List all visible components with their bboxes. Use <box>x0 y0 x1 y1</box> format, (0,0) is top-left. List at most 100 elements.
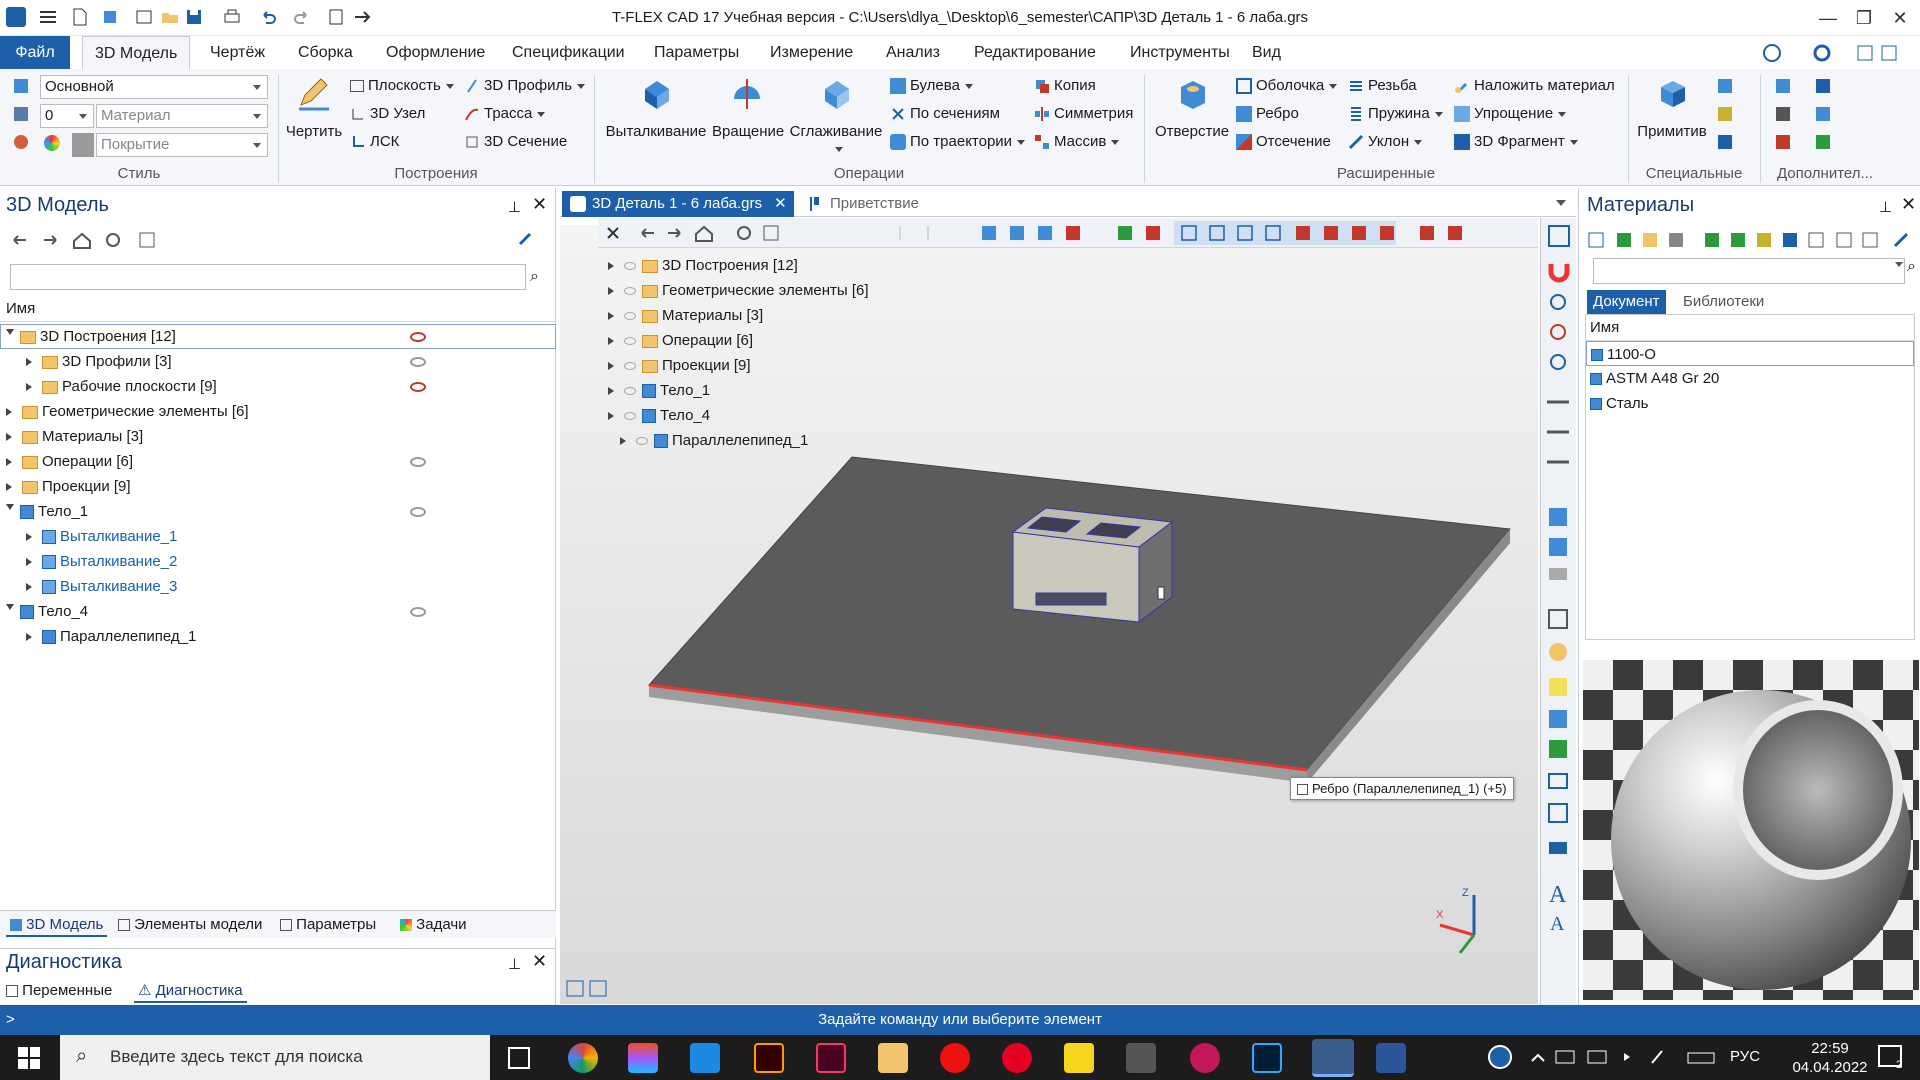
viewport-tree-row[interactable]: Геометрические элементы [6] <box>608 278 908 303</box>
tree-row[interactable]: Выталкивание_1 <box>6 524 550 549</box>
expand-icon[interactable] <box>26 358 36 367</box>
tab-tools[interactable]: Инструменты <box>1118 36 1242 69</box>
materials-pin-icon[interactable]: ⊥ <box>1879 198 1892 216</box>
tab-3d-model[interactable]: 3D Модель <box>82 36 191 70</box>
tab-drawing[interactable]: Чертёж <box>198 36 277 69</box>
rib-button[interactable]: Ребро <box>1236 103 1299 125</box>
close-window-button[interactable]: ✕ <box>1888 6 1912 30</box>
by-path-button[interactable]: По траектории <box>890 131 1025 153</box>
expand-icon[interactable] <box>6 408 16 417</box>
input-language[interactable]: РУС <box>1730 1048 1760 1065</box>
expand-icon[interactable] <box>26 633 36 642</box>
tree-row[interactable]: Тело_4 <box>6 599 550 624</box>
profile3d-button[interactable]: 3D Профиль <box>464 75 585 97</box>
primitive-button[interactable]: Примитив <box>1634 75 1710 140</box>
by-sections-button[interactable]: По сечениям <box>890 103 1000 125</box>
visibility-eye-icon[interactable] <box>624 312 636 321</box>
calculator-icon[interactable] <box>1126 1043 1156 1073</box>
collapse-icon[interactable] <box>6 504 14 514</box>
materials-toolbar[interactable] <box>1587 230 1913 250</box>
collapse-icon[interactable] <box>6 604 14 614</box>
visibility-eye-icon[interactable] <box>410 382 426 392</box>
extra-small-buttons[interactable] <box>1772 77 1882 157</box>
hole-button[interactable]: Отверстие <box>1150 75 1234 140</box>
materials-search-dropdown-icon[interactable] <box>1895 262 1903 271</box>
materials-search-icon[interactable]: ⌕ <box>1907 258 1916 276</box>
tree-row[interactable]: 3D Построения [12] <box>6 324 550 349</box>
expand-icon[interactable] <box>6 458 16 467</box>
figma-icon[interactable] <box>628 1043 658 1073</box>
visibility-eye-icon[interactable] <box>410 457 426 467</box>
pin-icon[interactable]: ⊥ <box>508 198 521 216</box>
tab-editing[interactable]: Редактирование <box>962 36 1108 69</box>
viewport-tree-row[interactable]: Материалы [3] <box>608 303 908 328</box>
list-item[interactable]: ASTM A48 Gr 20 <box>1586 366 1914 391</box>
clock[interactable]: 22:59 04.04.2022 <box>1790 1039 1870 1077</box>
expand-icon[interactable] <box>608 337 618 346</box>
visibility-eye-icon[interactable] <box>624 362 636 371</box>
visibility-eye-icon[interactable] <box>624 337 636 346</box>
3d-viewport[interactable]: 3D Построения [12] Геометрические элемент… <box>560 225 1538 1004</box>
expand-icon[interactable] <box>620 437 630 446</box>
spring-button[interactable]: Пружина <box>1348 103 1443 125</box>
viewport-tree-row[interactable]: Тело_4 <box>608 403 908 428</box>
visibility-eye-icon[interactable] <box>624 412 636 421</box>
opera-icon[interactable] <box>940 1043 970 1073</box>
diag-pin-icon[interactable]: ⊥ <box>508 955 521 973</box>
viewport-tree-row[interactable]: Тело_1 <box>608 378 908 403</box>
tab-libraries[interactable]: Библиотеки <box>1677 290 1770 314</box>
tab-welcome[interactable]: Приветствие <box>800 191 980 217</box>
word-icon[interactable] <box>1376 1043 1406 1073</box>
smooth-button[interactable]: Сглаживание <box>788 75 884 157</box>
tree-row[interactable]: Тело_1 <box>6 499 550 524</box>
collapse-icon[interactable] <box>6 329 14 339</box>
expand-icon[interactable] <box>26 533 36 542</box>
expand-icon[interactable] <box>6 433 16 442</box>
tab-measurement[interactable]: Измерение <box>758 36 865 69</box>
tab-assembly[interactable]: Сборка <box>286 36 365 69</box>
illustrator-icon[interactable] <box>754 1043 784 1073</box>
file-menu-button[interactable]: Файл <box>0 36 70 69</box>
close-tab-icon[interactable]: ✕ <box>774 195 787 212</box>
expand-icon[interactable] <box>608 387 618 396</box>
symmetry-button[interactable]: Симметрия <box>1034 103 1133 125</box>
tree-row[interactable]: Проекции [9] <box>6 474 550 499</box>
tab-3d-model-panel[interactable]: 3D Модель <box>6 913 108 937</box>
sticky-notes-icon[interactable] <box>1064 1043 1094 1073</box>
chrome-icon[interactable] <box>568 1043 598 1073</box>
tab-variables[interactable]: Переменные <box>6 979 112 1003</box>
recorder-icon[interactable] <box>1190 1043 1220 1073</box>
path-button[interactable]: Трасса <box>464 103 545 125</box>
indesign-icon[interactable] <box>816 1043 846 1073</box>
slope-button[interactable]: Уклон <box>1348 131 1422 153</box>
viewport-tree-row[interactable]: Проекции [9] <box>608 353 908 378</box>
fragment3d-button[interactable]: 3D Фрагмент <box>1454 131 1578 153</box>
tree-row[interactable]: Выталкивание_3 <box>6 574 550 599</box>
array-button[interactable]: Массив <box>1034 131 1119 153</box>
taskbar-search[interactable]: ⌕ Введите здесь текст для поиска <box>60 1035 490 1080</box>
vscode-icon[interactable] <box>690 1043 720 1073</box>
tab-document-materials[interactable]: Документ <box>1587 290 1666 314</box>
color-icon[interactable] <box>14 135 28 149</box>
expand-icon[interactable] <box>608 262 618 271</box>
palette-icon[interactable] <box>44 135 60 151</box>
visibility-eye-icon[interactable] <box>624 262 636 271</box>
thread-button[interactable]: Резьба <box>1348 75 1417 97</box>
boolean-button[interactable]: Булева <box>890 75 973 97</box>
plane-button[interactable]: Плоскость <box>350 75 454 97</box>
visibility-eye-icon[interactable] <box>624 387 636 396</box>
extrude-button[interactable]: Выталкивание <box>600 75 712 140</box>
tree-row[interactable]: Операции [6] <box>6 449 550 474</box>
pinterest-icon[interactable] <box>1002 1043 1032 1073</box>
tab-formatting[interactable]: Оформление <box>374 36 497 69</box>
tree-row[interactable]: 3D Профили [3] <box>6 349 550 374</box>
help-tray-icon[interactable] <box>1488 1045 1512 1069</box>
lsk-button[interactable]: ЛСК <box>350 131 399 153</box>
task-view-icon[interactable] <box>508 1047 530 1069</box>
visibility-eye-icon[interactable] <box>410 507 426 517</box>
expand-icon[interactable] <box>26 583 36 592</box>
restore-button[interactable]: ❐ <box>1852 6 1876 30</box>
photoshop-icon[interactable] <box>1252 1043 1282 1073</box>
viewport-tree-row[interactable]: Параллелепипед_1 <box>608 428 908 453</box>
draw-button[interactable]: Чертить <box>284 75 344 140</box>
